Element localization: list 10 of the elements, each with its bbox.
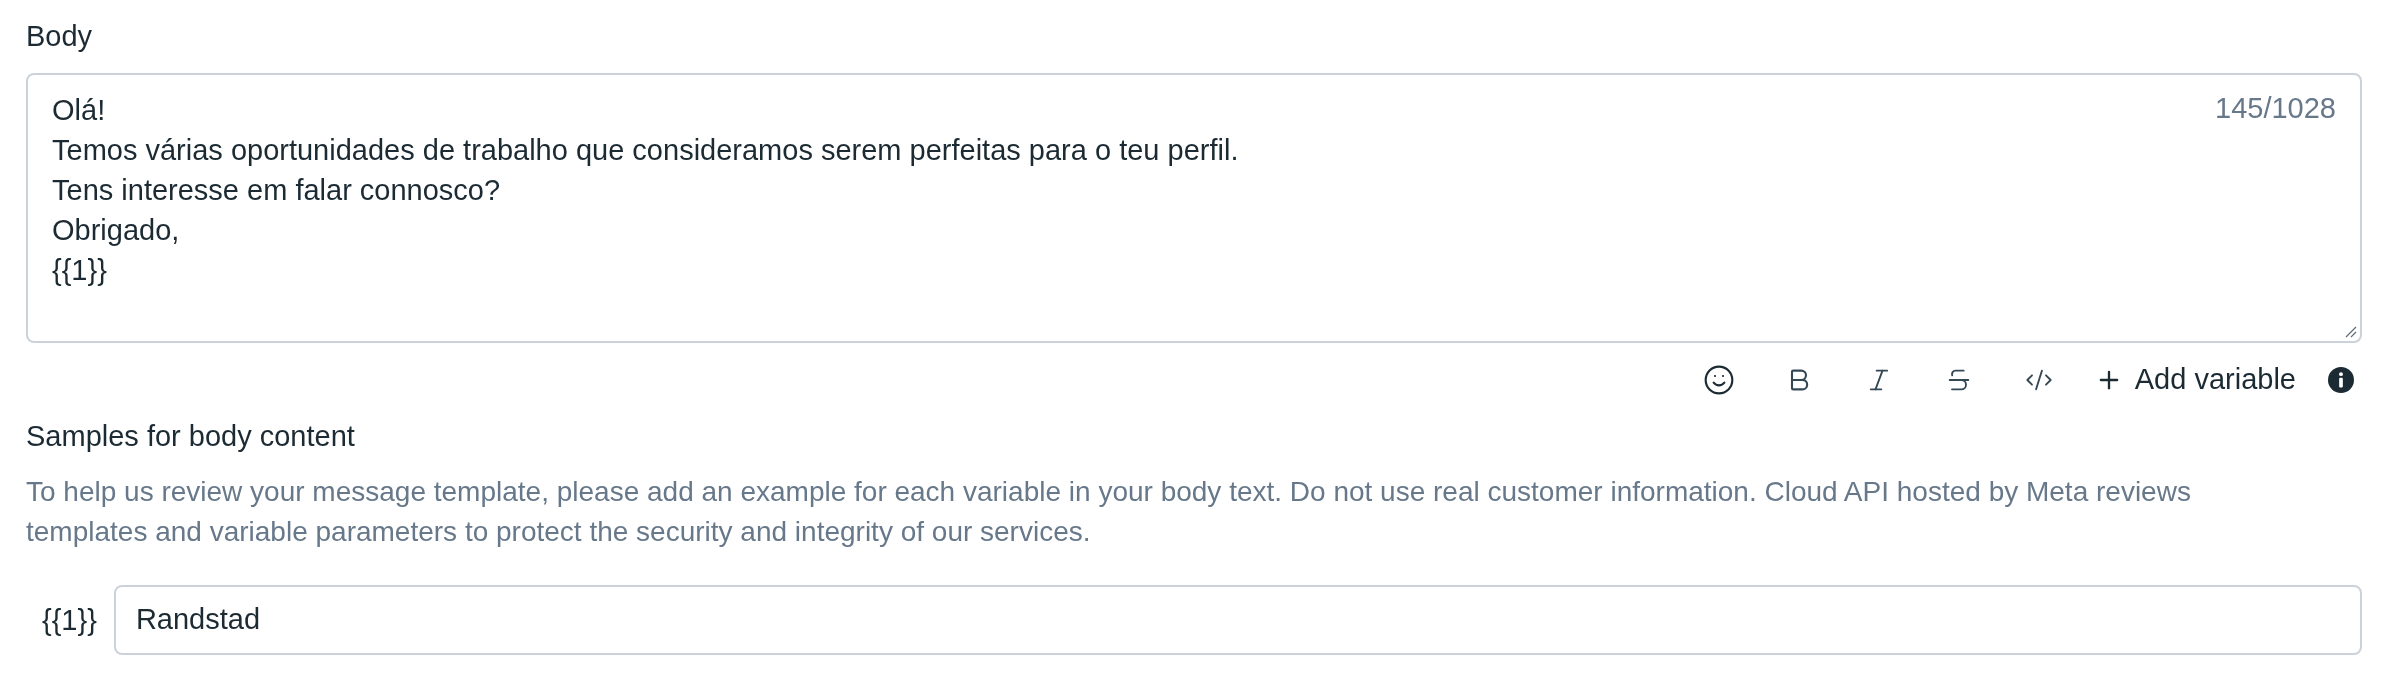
section-description: To help us review your message template, please add an example for each variable in your body text. Do not use real customer information. Cloud API hosted by Meta reviews templates and variable parameters to protect the security and integrity of our services.	[26, 475, 2192, 549]
smiley-icon	[1702, 364, 1735, 396]
resize-grip-icon[interactable]	[2345, 326, 2357, 338]
character-counter: 145/1028	[2215, 91, 2336, 126]
section-title: Samples for body content	[26, 419, 355, 454]
sample-input-field[interactable]: Randstad	[113, 585, 2362, 655]
add-variable-button[interactable]: Add variable	[2094, 356, 2296, 404]
variable-label: {{1}}	[41, 603, 97, 638]
info-icon[interactable]	[2328, 367, 2354, 393]
field-label: Body	[26, 19, 93, 54]
